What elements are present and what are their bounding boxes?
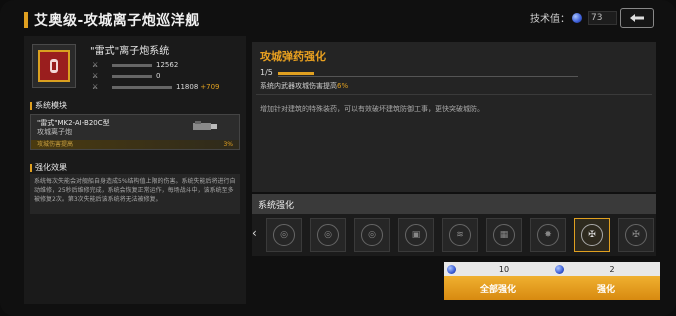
title-accent-bar [24, 12, 28, 28]
left-panel: "雷式"离子炮系统 ⚔ 12562 ⚔ 0 ⚔ 11808 +709 系统模块 … [24, 36, 246, 304]
stat-value: 0 [156, 72, 161, 80]
ion-cannon-icon [38, 50, 70, 82]
stat-attack: ⚔ 12562 [92, 60, 178, 70]
tech-value-display: 技术值： 73 [530, 10, 618, 25]
module-section-title: 系统模块 [30, 100, 67, 111]
enhance-one-cost: 2 [552, 262, 660, 276]
enhance-slot[interactable]: ✸ [530, 218, 566, 252]
screen: 艾奥级-攻城离子炮巡洋舰 技术值： 73 "雷式"离子炮系统 ⚔ 12562 ⚔… [0, 0, 676, 316]
enhance-slot[interactable]: ✠ [574, 218, 610, 252]
enhance-slot-icon: ✸ [537, 224, 559, 246]
module-type: 攻城离子炮 [37, 128, 72, 136]
effect-section-title: 强化效果 [30, 162, 67, 173]
stat-health: ⚔ 11808 +709 [92, 82, 220, 92]
enhance-slot-icon: ◎ [317, 224, 339, 246]
level-progress-bar [278, 72, 314, 75]
cost-gem-icon [447, 264, 456, 274]
system-name: "雷式"离子炮系统 [90, 46, 170, 57]
page-title: 艾奥级-攻城离子炮巡洋舰 [34, 13, 200, 29]
level-track [278, 76, 578, 77]
stat-bar [112, 85, 172, 89]
cost-gem-icon [555, 264, 564, 274]
stat-value: 12562 [156, 61, 179, 69]
stat-bonus: +709 [200, 83, 220, 91]
enhance-slot[interactable]: ◎ [310, 218, 346, 252]
enhance-slot-icon: ◎ [273, 224, 295, 246]
enhance-header: 系统强化 [252, 194, 656, 214]
enhance-slot-icon: ≋ [449, 224, 471, 246]
return-arrow-icon [630, 14, 644, 22]
enhance-slot-icon: ✠ [625, 224, 647, 246]
stat-bar [112, 74, 152, 78]
detail-title: 攻城弹药强化 [260, 50, 326, 63]
detail-effect-value: 6% [337, 82, 349, 90]
stat-bar [112, 63, 152, 67]
enhance-slot-icon: ◎ [361, 224, 383, 246]
tech-value: 73 [588, 10, 618, 25]
system-icon-frame[interactable] [32, 44, 76, 88]
header: 艾奥级-攻城离子炮巡洋舰 [24, 8, 200, 32]
tech-label: 技术值： [530, 14, 570, 25]
enhance-slot[interactable]: ▦ [486, 218, 522, 252]
health-icon: ⚔ [92, 83, 99, 91]
enhance-slot[interactable]: ✠ [618, 218, 654, 252]
enhance-slot-icon: ▣ [405, 224, 427, 246]
stat-value: 11808 [176, 83, 199, 91]
enhance-all-group: 10 全部强化 [444, 262, 552, 302]
enhance-all-button[interactable]: 全部强化 [444, 276, 552, 300]
enhance-slot[interactable]: ≋ [442, 218, 478, 252]
tech-gem-icon [572, 12, 582, 23]
detail-effect-text: 系统内武器攻城伤害提高 [260, 82, 337, 90]
enhance-slot[interactable]: ▣ [398, 218, 434, 252]
defense-icon: ⚔ [92, 72, 99, 80]
back-button[interactable] [620, 8, 654, 28]
attack-icon: ⚔ [92, 61, 99, 69]
detail-panel: 攻城弹药强化 1/5 系统内武器攻城伤害提高6% 增加针对建筑的特殊装药，可以有… [252, 42, 656, 192]
system-card: "雷式"离子炮系统 ⚔ 12562 ⚔ 0 ⚔ 11808 +709 [28, 40, 242, 92]
module-weapon-icon [193, 121, 217, 130]
enhance-slot[interactable]: ◎ [354, 218, 390, 252]
enhance-slot[interactable]: ◎ [266, 218, 302, 252]
detail-effect: 系统内武器攻城伤害提高6% [260, 81, 348, 91]
enhance-all-cost: 10 [444, 262, 552, 276]
enhance-one-group: 2 强化 [552, 262, 660, 302]
cost-value: 10 [498, 264, 510, 274]
module-effect-value: 3% [223, 141, 233, 148]
detail-flavor-text: 增加针对建筑的特殊装药，可以有效破坏建筑防御工事，更快突破城防。 [260, 105, 484, 113]
enhance-slot-icon: ✠ [581, 224, 603, 246]
level-text: 1/5 [260, 68, 273, 77]
enhance-slot-icon: ▦ [493, 224, 515, 246]
enhance-slot-row: ‹ ◎ ◎ ◎ ▣ ≋ ▦ ✸ ✠ ✠ [252, 214, 656, 256]
enhance-header-label: 系统强化 [258, 201, 295, 211]
cost-value: 2 [609, 264, 615, 274]
module-card[interactable]: "雷式"MK2-AI-B20C型 攻城离子炮 攻城伤害提高 3% [30, 114, 240, 150]
effect-description: 系统每次失能会对舰船自身造成5%结构值上限的伤害。系统失能后将进行自动维修，25… [30, 174, 240, 214]
divider [256, 94, 652, 95]
stat-defense: ⚔ 0 [92, 71, 160, 81]
scroll-left-icon[interactable]: ‹ [252, 226, 257, 240]
enhance-button[interactable]: 强化 [552, 276, 660, 300]
module-effect-label: 攻城伤害提高 [37, 141, 74, 148]
